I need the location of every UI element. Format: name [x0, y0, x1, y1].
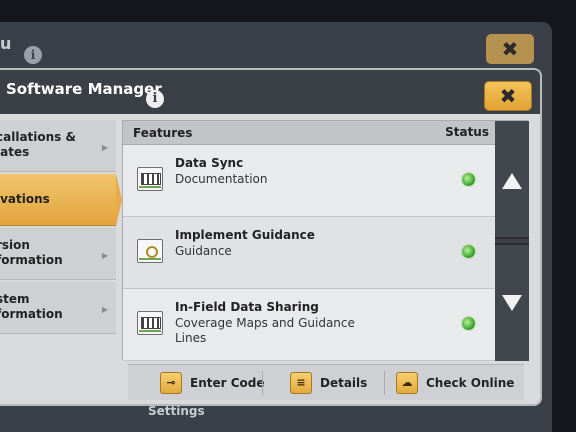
background-settings-label: Settings — [148, 404, 205, 418]
documentation-icon — [137, 167, 163, 191]
sidebar-item-system-information[interactable]: stem formation ▶ — [0, 282, 116, 334]
enter-code-label: Enter Code — [190, 376, 265, 390]
feature-title: In-Field Data Sharing — [175, 300, 319, 314]
documentation-icon — [137, 311, 163, 335]
document-icon: ≡ — [290, 372, 312, 394]
sidebar: callations & lates ▶ ivations rsion form… — [0, 120, 116, 390]
sidebar-item-label: ivations — [0, 192, 50, 206]
sidebar-item-label-line2: lates — [0, 145, 30, 159]
check-online-button[interactable]: ☁ Check Online — [396, 367, 520, 399]
check-online-label: Check Online — [426, 376, 515, 390]
guidance-icon — [137, 239, 163, 263]
feature-subtitle: Guidance — [175, 244, 232, 258]
list-header: Features Status — [123, 121, 495, 145]
feature-subtitle: Coverage Maps and Guidance Lines — [175, 316, 355, 345]
status-indicator — [462, 245, 475, 258]
features-list: Data Sync Documentation Implement Guidan… — [123, 145, 495, 361]
status-indicator — [462, 173, 475, 186]
scroll-down-button[interactable] — [495, 243, 529, 361]
feature-title: Data Sync — [175, 156, 244, 170]
key-icon: ⊸ — [160, 372, 182, 394]
sidebar-item-label-line2: formation — [0, 253, 63, 267]
sidebar-item-activations[interactable]: ivations — [0, 174, 116, 226]
list-item-implement-guidance[interactable]: Implement Guidance Guidance — [123, 217, 495, 289]
footer-toolbar: ⊸ Enter Code ≡ Details ☁ Check Online — [128, 364, 524, 400]
info-icon[interactable]: i — [146, 90, 164, 108]
scrollbar — [495, 121, 529, 361]
list-item-data-sync[interactable]: Data Sync Documentation — [123, 145, 495, 217]
sidebar-item-label-line2: formation — [0, 307, 63, 321]
chevron-right-icon: ▶ — [101, 305, 108, 314]
background-close-button[interactable]: ✖ — [486, 34, 534, 64]
sidebar-item-label: callations & — [0, 130, 76, 144]
divider — [262, 371, 263, 395]
chevron-right-icon: ▶ — [101, 251, 108, 260]
feature-subtitle: Documentation — [175, 172, 268, 186]
divider — [384, 371, 385, 395]
scroll-up-button[interactable] — [495, 121, 529, 239]
cloud-download-icon: ☁ — [396, 372, 418, 394]
feature-title: Implement Guidance — [175, 228, 315, 242]
sidebar-item-version-information[interactable]: rsion formation ▶ — [0, 228, 116, 280]
details-label: Details — [320, 376, 368, 390]
background-window-title: u — [0, 34, 12, 53]
sidebar-item-label: stem — [0, 292, 30, 306]
enter-code-button[interactable]: ⊸ Enter Code — [160, 367, 270, 399]
features-panel: Features Status Data Sync Documentation … — [122, 120, 529, 361]
sidebar-item-installations-updates[interactable]: callations & lates ▶ — [0, 120, 116, 172]
chevron-right-icon: ▶ — [101, 143, 108, 152]
status-indicator — [462, 317, 475, 330]
close-button[interactable]: ✖ — [484, 81, 532, 111]
details-button[interactable]: ≡ Details — [290, 367, 380, 399]
sidebar-item-label: rsion — [0, 238, 30, 252]
background-info-icon: i — [24, 46, 42, 64]
dialog-title: Software Manager — [6, 80, 162, 98]
list-item-in-field-data-sharing[interactable]: In-Field Data Sharing Coverage Maps and … — [123, 289, 495, 361]
dialog-header: Software Manager i ✖ — [0, 70, 540, 114]
software-manager-dialog: Software Manager i ✖ callations & lates … — [0, 68, 542, 406]
column-header-features: Features — [133, 126, 193, 140]
column-header-status: Status — [445, 125, 489, 139]
